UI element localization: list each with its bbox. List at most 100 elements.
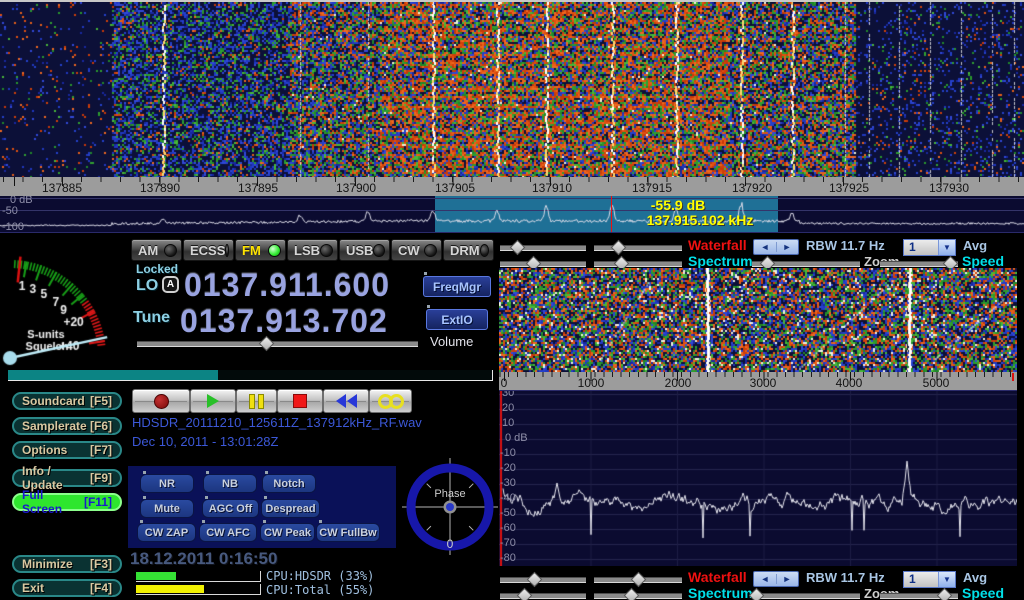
sidebar-button-exit[interactable]: Exit [F4] (12, 579, 122, 597)
af-spectrum[interactable]: 30 20 10 0 dB -10 -20 -30 -40 -50 -60 -7… (499, 390, 1017, 566)
af-scale-label: 1000 (561, 376, 621, 390)
upper-waterfall-contrast-slider[interactable] (594, 241, 682, 254)
lo-frequency-display[interactable]: 0137.911.600 (184, 267, 390, 304)
freqmgr-button[interactable]: FreqMgr (423, 276, 491, 297)
af-db-label: 0 dB (505, 432, 528, 444)
dropdown-arrow-icon[interactable]: ▼ (938, 240, 955, 255)
sidebar-button-fullscreen[interactable]: Full Screen [F11] (12, 493, 122, 511)
extio-button[interactable]: ExtIO (426, 309, 488, 330)
record-button[interactable] (132, 389, 190, 413)
stop-button[interactable] (277, 389, 323, 413)
lower-waterfall-brightness-slider[interactable] (500, 573, 586, 586)
lower-spectrum-label[interactable]: Spectrum (688, 585, 753, 600)
dropdown-arrow-icon[interactable]: ▼ (938, 572, 955, 587)
lower-zoom-slider[interactable] (752, 589, 860, 600)
slider-thumb[interactable] (510, 240, 526, 256)
cw-zap-label: CW ZAP (145, 527, 188, 539)
upper-spectrum-label[interactable]: Spectrum (688, 253, 753, 269)
notch-button[interactable]: Notch (262, 474, 316, 493)
cpu-hdsdr-bar-fill (136, 572, 176, 580)
phase-center-dot (446, 503, 454, 511)
rf-waterfall[interactable] (0, 0, 1024, 177)
rewind-button[interactable] (323, 389, 369, 413)
agc-button[interactable]: AGC Off (202, 499, 259, 518)
af-scale-label: 2000 (648, 376, 708, 390)
upper-avg-dropdown[interactable]: 1 ▼ (903, 239, 956, 256)
spinner-right-arrow-icon[interactable]: ► (776, 572, 798, 586)
slider-thumb[interactable] (610, 240, 626, 256)
s-meter[interactable] (2, 242, 126, 368)
rf-scale-label: 137890 (126, 181, 194, 195)
mode-button-ecss[interactable]: ECSS (183, 239, 234, 261)
despread-button[interactable]: Despread (261, 499, 320, 518)
sidebar-button-options[interactable]: Options [F7] (12, 441, 122, 459)
phase-tick (469, 526, 473, 530)
sidebar-button-key: [F3] (90, 557, 112, 571)
spinner-left-arrow-icon[interactable]: ◄ (754, 572, 776, 586)
slider-thumb[interactable] (527, 572, 543, 588)
mode-button-lsb[interactable]: LSB (287, 239, 338, 261)
lower-spectrum-contrast-slider[interactable] (594, 589, 682, 600)
lower-waterfall-label[interactable]: Waterfall (688, 569, 747, 585)
rf-frequency-scale[interactable]: 137885 137890 137895 137900 137905 13791… (0, 177, 1024, 196)
extio-label: ExtIO (441, 313, 472, 327)
af-waterfall[interactable] (499, 268, 1017, 372)
sidebar-button-minimize[interactable]: Minimize [F3] (12, 555, 122, 573)
slider-track (500, 593, 586, 599)
af-frequency-scale[interactable]: 0 1000 2000 3000 4000 5000 (499, 372, 1017, 390)
recording-datestamp: Dec 10, 2011 - 13:01:28Z (132, 434, 278, 449)
lo-lock-button[interactable]: A (162, 276, 179, 293)
volume-slider[interactable] (137, 337, 418, 350)
sidebar-button-label: Options (22, 443, 67, 457)
play-button[interactable] (190, 389, 236, 413)
hdsdr-window: 137885 137890 137895 137900 137905 13791… (0, 0, 1024, 600)
pause-icon (258, 394, 264, 409)
mode-button-am[interactable]: AM (131, 239, 182, 261)
upper-avg-label: Avg (963, 238, 987, 253)
rf-scale-label: 137900 (322, 181, 390, 195)
cw-peak-button[interactable]: CW Peak (260, 523, 315, 542)
mode-button-fm[interactable]: FM (235, 239, 286, 261)
slider-thumb[interactable] (631, 572, 647, 588)
lower-rbw-spinner[interactable]: ◄► (753, 571, 799, 587)
lower-waterfall-contrast-slider[interactable] (594, 573, 682, 586)
spinner-left-arrow-icon[interactable]: ◄ (754, 240, 776, 254)
cw-afc-button[interactable]: CW AFC (199, 523, 257, 542)
tune-frequency-display[interactable]: 0137.913.702 (180, 303, 388, 340)
upper-rbw-spinner[interactable]: ◄► (753, 239, 799, 255)
sidebar-button-soundcard[interactable]: Soundcard [F5] (12, 392, 122, 410)
lower-speed-slider[interactable] (880, 589, 958, 600)
cw-afc-label: CW AFC (206, 527, 250, 539)
sidebar-button-samplerate[interactable]: Samplerate [F6] (12, 417, 122, 435)
mode-label: DRM (450, 243, 480, 258)
cw-fullbw-button[interactable]: CW FullBw (316, 523, 380, 542)
lower-spectrum-brightness-slider[interactable] (500, 589, 586, 600)
upper-waterfall-brightness-slider[interactable] (500, 241, 586, 254)
playback-position-bar[interactable] (8, 370, 493, 381)
af-scale-marker (1012, 373, 1014, 381)
cw-zap-button[interactable]: CW ZAP (137, 523, 196, 542)
nb-label: NB (222, 478, 238, 490)
spinner-right-arrow-icon[interactable]: ► (776, 240, 798, 254)
lower-avg-dropdown[interactable]: 1 ▼ (903, 571, 956, 588)
mode-button-cw[interactable]: CW (391, 239, 442, 261)
loop-button[interactable] (369, 389, 412, 413)
mode-led-icon (164, 244, 177, 257)
mode-button-usb[interactable]: USB (339, 239, 390, 261)
rf-spectrum[interactable]: 0 dB -50 -100 -55.9 dB 137.915.102 kHz (0, 196, 1024, 233)
pause-button[interactable] (236, 389, 277, 413)
upper-waterfall-label[interactable]: Waterfall (688, 237, 747, 253)
nb-button[interactable]: NB (203, 474, 257, 493)
af-db-label: -50 (500, 507, 516, 519)
rf-db-label: -100 (2, 221, 24, 233)
rf-scale-label: 137910 (518, 181, 586, 195)
loop-icon (389, 394, 404, 409)
mute-button[interactable]: Mute (140, 499, 194, 518)
mode-button-drm[interactable]: DRM (443, 239, 494, 261)
sidebar-button-key: [F4] (90, 581, 112, 595)
af-scale-label: 5000 (906, 376, 966, 390)
lower-speed-label: Speed (962, 585, 1004, 600)
sidebar-button-info-update[interactable]: Info / Update [F9] (12, 469, 122, 487)
volume-slider-thumb[interactable] (259, 336, 275, 352)
nr-button[interactable]: NR (140, 474, 194, 493)
